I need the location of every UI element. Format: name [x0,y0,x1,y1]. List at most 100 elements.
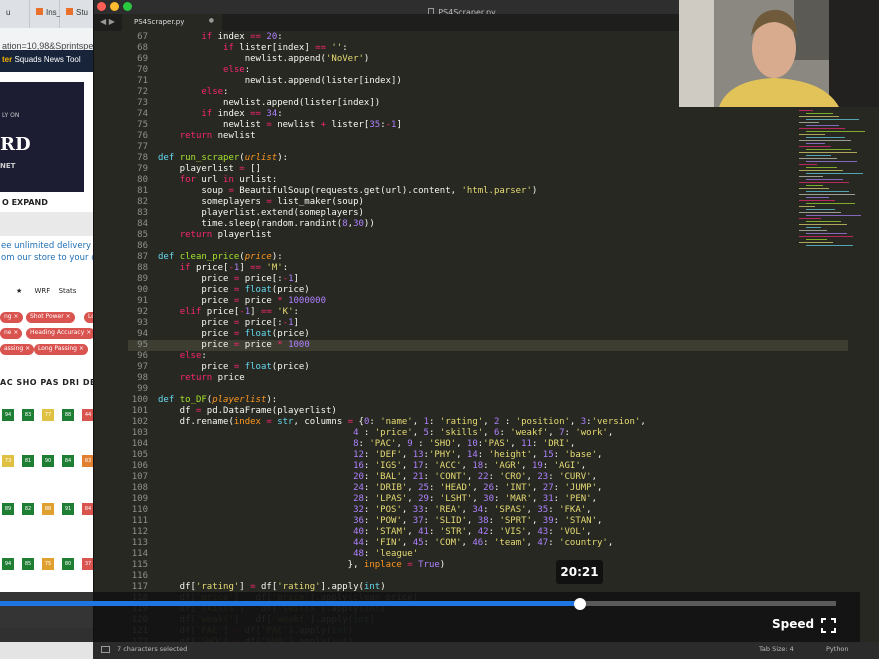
close-icon[interactable]: × [86,329,91,336]
minimap-line [799,122,819,123]
code-line[interactable]: newlist = newlist + lister[35:-1] [158,120,402,131]
filter-item[interactable]: ★ [16,287,22,295]
tab-favicon-icon [36,8,43,15]
code-line[interactable]: 16: 'IGS', 17: 'ACC', 18: 'AGR', 19: 'AG… [158,461,586,472]
line-number: 81 [137,186,148,196]
minimap-line [806,143,825,144]
close-icon[interactable]: × [13,329,18,336]
code-line[interactable]: if price[-1] == 'M': [158,263,288,274]
code-line[interactable]: price = price * 1000 [158,340,309,351]
code-line[interactable]: 48: 'league' [158,549,418,560]
code-line[interactable]: 44: 'FIN', 45: 'COM', 46: 'team', 47: 'c… [158,538,613,549]
code-line[interactable]: soup = BeautifulSoup(requests.get(url).c… [158,186,537,197]
code-line[interactable]: time.sleep(random.randint(8,30)) [158,219,374,230]
panel-toggle-icon[interactable] [101,646,110,653]
code-line[interactable]: price = price * 1000000 [158,296,326,307]
background-browser-window: u Ins_ Stu ation=10,98&Sprintspee ter Sq… [0,0,100,659]
code-line[interactable]: newlist.append(lister[index]) [158,98,380,109]
line-number: 112 [131,527,148,537]
minimize-window-button[interactable] [110,2,119,11]
code-line[interactable]: return price [158,373,245,384]
code-line[interactable]: 20: 'BAL', 21: 'CONT', 22: 'CRO', 23: 'C… [158,472,597,483]
site-nav-item[interactable]: Squads [14,55,41,64]
code-line[interactable]: return newlist [158,131,256,142]
code-line[interactable]: 32: 'POS', 33: 'REA', 34: 'SPAS', 35: 'F… [158,505,592,516]
close-icon[interactable]: × [79,345,84,352]
advert-banner[interactable]: LY ON RD NET [0,82,84,192]
code-line[interactable]: newlist.append('NoVer') [158,54,370,65]
minimap[interactable] [799,110,873,250]
code-line[interactable]: if index == 20: [158,32,282,43]
code-line[interactable]: newlist.append(lister[index]) [158,76,402,87]
code-line[interactable]: price = float(price) [158,329,309,340]
tab-nav-arrows-icon[interactable]: ◀ ▶ [100,17,115,26]
code-line[interactable]: else: [158,351,207,362]
minimap-line [806,179,843,180]
code-line[interactable]: 36: 'POW', 37: 'SLID', 38: 'SPRT', 39: '… [158,516,602,527]
close-icon[interactable]: × [66,313,71,320]
filter-chip[interactable]: Shot Power × [26,312,75,323]
line-number: 113 [131,538,148,548]
code-line[interactable]: price = float(price) [158,285,309,296]
code-line[interactable]: return playerlist [158,230,272,241]
stat-cell: 73 [2,455,14,467]
unsaved-dot-icon[interactable]: ● [209,17,214,24]
line-number: 97 [137,362,148,372]
browser-tab[interactable]: Ins_ [30,0,61,28]
line-number: 68 [137,43,148,53]
filter-chip[interactable]: ne × [0,328,23,339]
code-line[interactable]: 4 : 'price', 5: 'skills', 6: 'weakf', 7:… [158,428,613,439]
code-line[interactable]: df = pd.DataFrame(playerlist) [158,406,337,417]
code-line[interactable]: if lister[index] == '': [158,43,348,54]
zoom-window-button[interactable] [123,2,132,11]
code-line[interactable]: if index == 34: [158,109,282,120]
code-line[interactable]: someplayers = list_maker(soup) [158,197,364,208]
filter-item[interactable]: WRF [35,287,51,295]
site-nav-active-item[interactable]: ter [2,55,12,64]
code-line[interactable]: for url in urlist: [158,175,278,186]
close-icon[interactable]: × [14,313,19,320]
browser-tab[interactable]: u [0,0,30,28]
site-nav-item[interactable]: Tool [66,55,81,64]
close-icon[interactable]: × [25,345,30,352]
code-line[interactable]: elif price[-1] == 'K': [158,307,299,318]
code-line[interactable]: def run_scraper(urlist): [158,153,288,164]
code-editor[interactable]: 67 if index == 20: 68 if lister[index] ==… [94,31,879,642]
code-line[interactable]: def to_DF(playerlist): [158,395,277,406]
code-line[interactable]: 24: 'DRIB', 25: 'HEAD', 26: 'INT', 27: '… [158,483,602,494]
speed-button[interactable]: Speed [772,617,814,631]
tab-ps4scraper[interactable]: PS4Scraper.py ● [122,14,222,31]
filter-chip[interactable]: Long Passing × [34,344,88,355]
line-number: 114 [131,549,148,559]
line-number: 92 [137,307,148,317]
code-line[interactable]: def clean_price(price): [158,252,283,263]
filter-chip[interactable]: assing × [0,344,35,355]
code-line[interactable]: else: [158,65,250,76]
syntax-status[interactable]: Python [826,645,849,653]
line-number: 79 [137,164,148,174]
filter-item[interactable]: Stats [59,287,77,295]
fullscreen-icon[interactable] [821,618,836,633]
filter-chip[interactable]: Heading Accuracy × [26,328,96,339]
expand-link[interactable]: O EXPAND [0,196,100,212]
code-line[interactable]: price = price[:-1] [158,274,299,285]
code-line[interactable]: price = float(price) [158,362,309,373]
code-line[interactable]: else: [158,87,228,98]
code-line[interactable]: 8: 'PAC', 9 : 'SHO', 10:'PAS', 11: 'DRI'… [158,439,575,450]
close-window-button[interactable] [97,2,106,11]
code-line[interactable]: 40: 'STAM', 41: 'STR', 42: 'VIS', 43: 'V… [158,527,592,538]
video-controls-overlay [0,592,860,642]
code-line[interactable]: }, inplace = True) [158,560,446,571]
minimap-line [799,218,821,219]
stat-cell: 84 [62,455,74,467]
delivery-banner[interactable]: ee unlimited delivery om our store to yo… [0,240,100,264]
site-nav-item[interactable]: News [44,55,64,64]
code-line[interactable]: price = price[:-1] [158,318,299,329]
code-line[interactable]: 28: 'LPAS', 29: 'LSHT', 30: 'MAR', 31: '… [158,494,597,505]
code-line[interactable]: df.rename(index = str, columns = {0: 'na… [158,417,646,428]
filter-chip[interactable]: ng × [0,312,23,323]
tab-size-status[interactable]: Tab Size: 4 [759,645,794,653]
code-line[interactable]: playerlist.extend(someplayers) [158,208,364,219]
code-line[interactable]: playerlist = [] [158,164,261,175]
code-line[interactable]: 12: 'DEF', 13:'PHY', 14: 'height', 15: '… [158,450,602,461]
